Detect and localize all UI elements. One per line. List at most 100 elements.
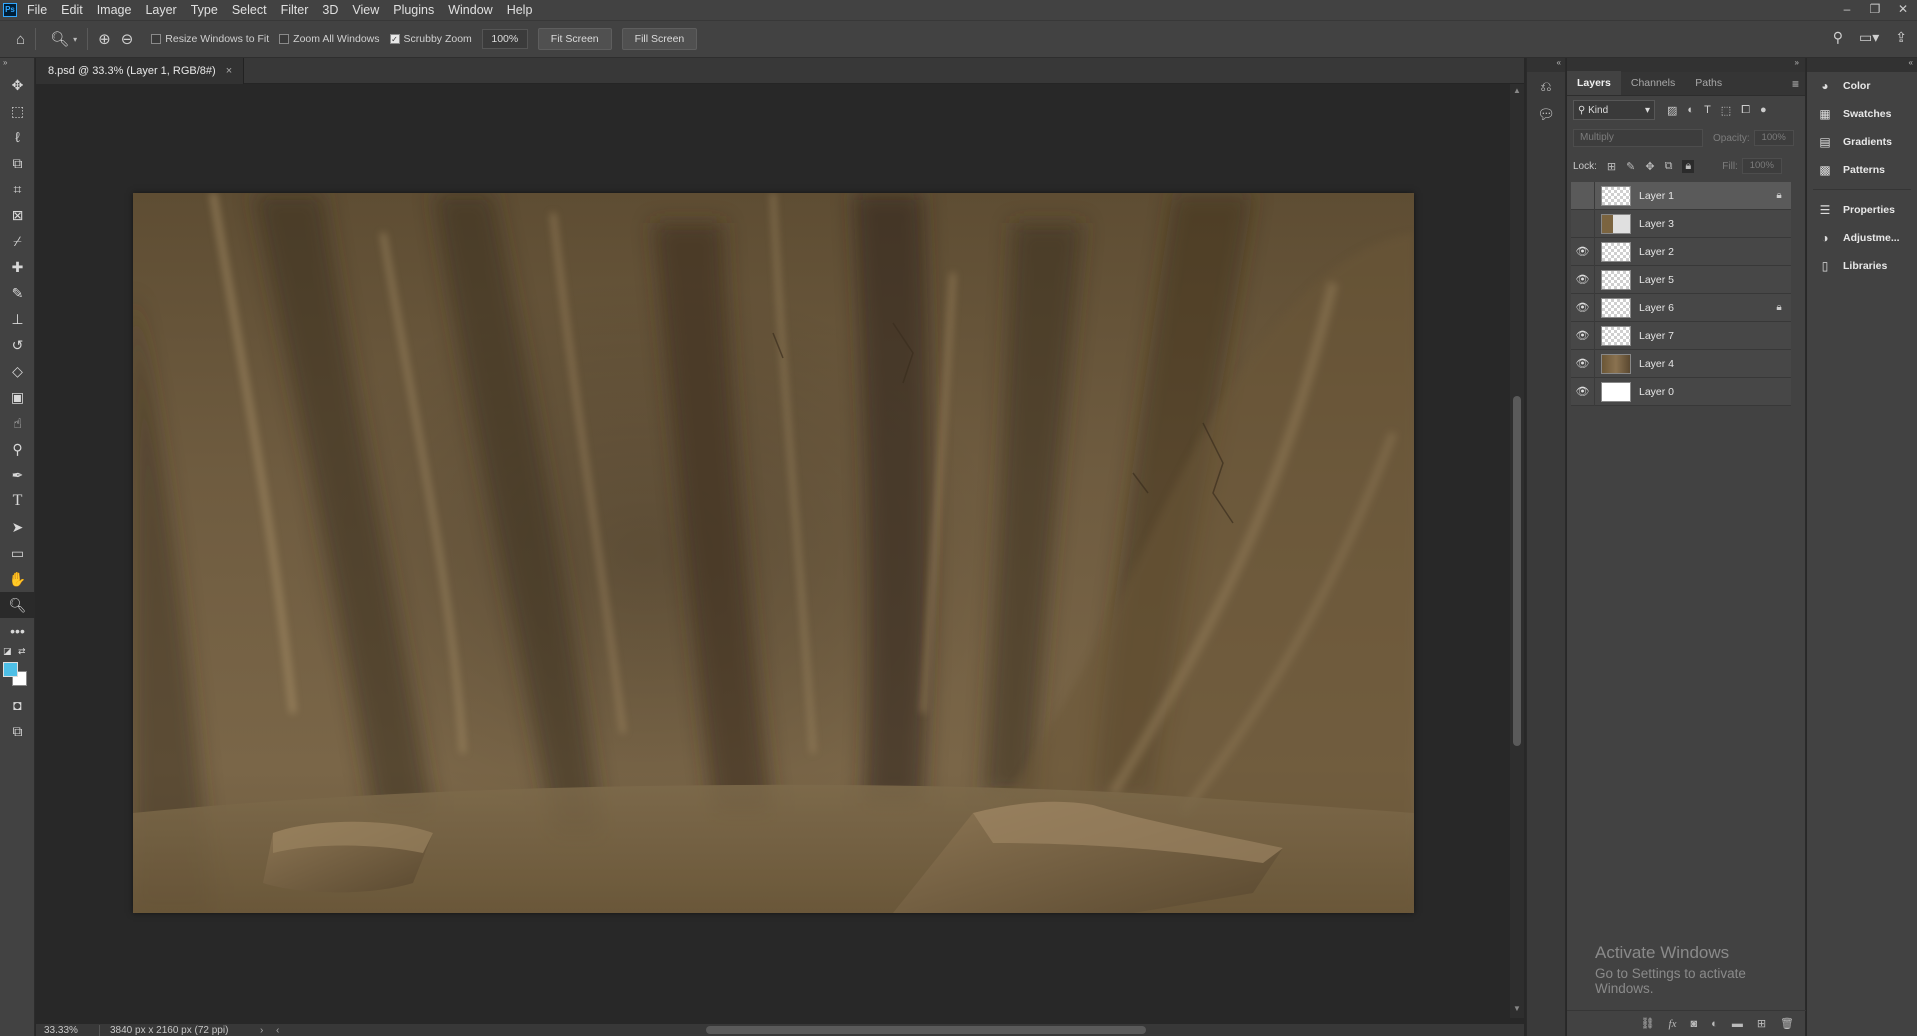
layer-row[interactable]: 👁︎ Layer 6 🔒︎ xyxy=(1571,293,1791,322)
type-tool-icon[interactable]: T xyxy=(0,488,35,514)
healing-brush-tool-icon[interactable]: ✚ xyxy=(0,254,35,280)
zoom-out-icon[interactable]: ⊖ xyxy=(121,30,134,48)
home-icon[interactable]: ⌂ xyxy=(16,31,25,48)
horizontal-scroll-thumb[interactable] xyxy=(706,1026,1146,1034)
layer-name[interactable]: Layer 5 xyxy=(1639,274,1767,286)
history-brush-tool-icon[interactable]: ↺ xyxy=(0,332,35,358)
more-tools-icon[interactable]: ••• xyxy=(0,618,35,644)
collapse-right-panel-icon[interactable]: « xyxy=(1807,58,1917,72)
zoom-percent-input[interactable]: 100% xyxy=(481,29,528,49)
layer-name[interactable]: Layer 2 xyxy=(1639,246,1767,258)
close-window-button[interactable]: ✕ xyxy=(1889,0,1917,20)
menu-select[interactable]: Select xyxy=(225,0,274,20)
menu-file[interactable]: File xyxy=(20,0,54,20)
vertical-scrollbar[interactable]: ▲ ▼ xyxy=(1510,84,1524,1018)
comments-icon[interactable]: 💬︎ xyxy=(1527,100,1565,128)
scroll-up-icon[interactable]: ▲ xyxy=(1513,86,1521,95)
lock-transparent-icon[interactable]: ⊞ xyxy=(1607,160,1616,173)
menu-layer[interactable]: Layer xyxy=(138,0,183,20)
menu-edit[interactable]: Edit xyxy=(54,0,90,20)
new-layer-icon[interactable]: ⊞ xyxy=(1757,1017,1766,1030)
layer-name[interactable]: Layer 7 xyxy=(1639,330,1767,342)
eye-icon[interactable]: 👁︎ xyxy=(1571,293,1595,322)
object-selection-tool-icon[interactable]: ⧉ xyxy=(0,150,35,176)
layer-name[interactable]: Layer 4 xyxy=(1639,358,1767,370)
zoom-tool-icon[interactable]: 🔍︎ xyxy=(0,592,35,618)
close-tab-icon[interactable]: × xyxy=(226,65,232,77)
smart-object-filter-icon[interactable]: ⧠ xyxy=(1741,104,1750,117)
panel-patterns[interactable]: ▩ Patterns xyxy=(1807,156,1917,184)
document-tab[interactable]: 8.psd @ 33.3% (Layer 1, RGB/8#) × xyxy=(36,58,244,84)
tab-layers[interactable]: Layers xyxy=(1567,71,1621,95)
eye-icon[interactable]: 👁︎ xyxy=(1571,321,1595,350)
workspace-icon[interactable]: ▭▾ xyxy=(1859,29,1879,46)
chevron-down-icon[interactable]: ▾ xyxy=(73,35,77,44)
menu-view[interactable]: View xyxy=(345,0,386,20)
lock-all-icon[interactable]: 🔒︎ xyxy=(1682,159,1695,173)
shape-filter-icon[interactable]: ⬚ xyxy=(1721,104,1731,117)
layer-name[interactable]: Layer 0 xyxy=(1639,386,1767,398)
menu-type[interactable]: Type xyxy=(184,0,225,20)
lasso-tool-icon[interactable]: ℓ xyxy=(0,124,35,150)
eye-icon[interactable]: 👁︎ xyxy=(1571,349,1595,378)
collapse-panels-icon[interactable]: « xyxy=(1527,58,1565,72)
new-adjustment-layer-icon[interactable]: ◐ xyxy=(1711,1018,1718,1030)
layer-row[interactable]: 👁︎ Layer 5 xyxy=(1571,265,1791,294)
status-menu-arrow[interactable]: › xyxy=(260,1025,276,1036)
eye-icon[interactable]: 👁︎ xyxy=(1571,377,1595,406)
panel-libraries[interactable]: ▯ Libraries xyxy=(1807,252,1917,280)
pen-tool-icon[interactable]: ✒ xyxy=(0,462,35,488)
zoom-tool-preset-icon[interactable]: 🔍︎ xyxy=(50,30,69,48)
move-tool-icon[interactable]: ✥ xyxy=(0,72,35,98)
type-filter-icon[interactable]: T xyxy=(1704,104,1711,117)
layer-row[interactable]: 👁︎ Layer 4 xyxy=(1571,349,1791,378)
opacity-input[interactable]: 100% xyxy=(1753,130,1794,146)
hand-tool-icon[interactable]: ✋ xyxy=(0,566,35,592)
vertical-scroll-thumb[interactable] xyxy=(1513,396,1521,746)
search-icon[interactable]: ⚲ xyxy=(1833,29,1843,46)
panel-color[interactable]: ◕ Color xyxy=(1807,72,1917,100)
panel-properties[interactable]: ☰ Properties xyxy=(1807,196,1917,224)
layer-name[interactable]: Layer 3 xyxy=(1639,218,1767,230)
adjustment-filter-icon[interactable]: ◐ xyxy=(1687,104,1694,117)
delete-layer-icon[interactable]: 🗑︎ xyxy=(1780,1017,1794,1030)
resize-windows-checkbox[interactable]: Resize Windows to Fit xyxy=(151,33,269,45)
lock-position-icon[interactable]: ✥ xyxy=(1645,160,1654,173)
tab-channels[interactable]: Channels xyxy=(1621,71,1685,95)
tab-paths[interactable]: Paths xyxy=(1685,71,1732,95)
status-zoom[interactable]: 33.33% xyxy=(36,1024,100,1036)
brush-tool-icon[interactable]: ✎ xyxy=(0,280,35,306)
zoom-in-icon[interactable]: ⊕ xyxy=(98,30,111,48)
layer-row[interactable]: Layer 1 🔒︎ xyxy=(1571,181,1791,210)
menu-help[interactable]: Help xyxy=(500,0,540,20)
checkbox-box[interactable] xyxy=(151,34,162,44)
default-colors-icon[interactable]: ◪ xyxy=(3,646,12,657)
eye-icon[interactable]: 👁︎ xyxy=(1571,237,1595,266)
panel-menu-icon[interactable]: ≡ xyxy=(1792,77,1799,91)
zoom-all-windows-checkbox[interactable]: Zoom All Windows xyxy=(279,33,380,45)
dodge-tool-icon[interactable]: ⚲ xyxy=(0,436,35,462)
checkbox-box[interactable]: ✓ xyxy=(389,34,400,44)
marquee-tool-icon[interactable]: ⬚ xyxy=(0,98,35,124)
restore-button[interactable]: ❐ xyxy=(1861,0,1889,20)
visibility-toggle[interactable] xyxy=(1571,181,1595,210)
layer-row[interactable]: 👁︎ Layer 0 xyxy=(1571,377,1791,406)
blend-mode-select[interactable]: Multiply xyxy=(1573,129,1703,147)
scrubby-zoom-checkbox[interactable]: ✓ Scrubby Zoom xyxy=(389,33,472,45)
new-group-icon[interactable]: ▬ xyxy=(1732,1018,1743,1030)
layer-name[interactable]: Layer 1 xyxy=(1639,190,1767,202)
menu-plugins[interactable]: Plugins xyxy=(386,0,441,20)
panel-swatches[interactable]: ▦ Swatches xyxy=(1807,100,1917,128)
kind-filter-select[interactable]: ⚲ Kind ▾ xyxy=(1573,100,1655,120)
layer-name[interactable]: Layer 6 xyxy=(1639,302,1767,314)
smudge-tool-icon[interactable]: ☝ xyxy=(0,410,35,436)
horizontal-scrollbar[interactable] xyxy=(286,1026,1516,1034)
menu-filter[interactable]: Filter xyxy=(274,0,316,20)
foreground-color-swatch[interactable] xyxy=(3,662,18,677)
collapse-layers-panel-icon[interactable]: » xyxy=(1567,58,1805,72)
lock-image-icon[interactable]: ✎ xyxy=(1626,160,1635,173)
add-mask-icon[interactable]: ◙ xyxy=(1691,1018,1698,1030)
frame-tool-icon[interactable]: ⊠ xyxy=(0,202,35,228)
menu-image[interactable]: Image xyxy=(90,0,139,20)
swap-colors-icon[interactable]: ⇄ xyxy=(18,646,26,657)
